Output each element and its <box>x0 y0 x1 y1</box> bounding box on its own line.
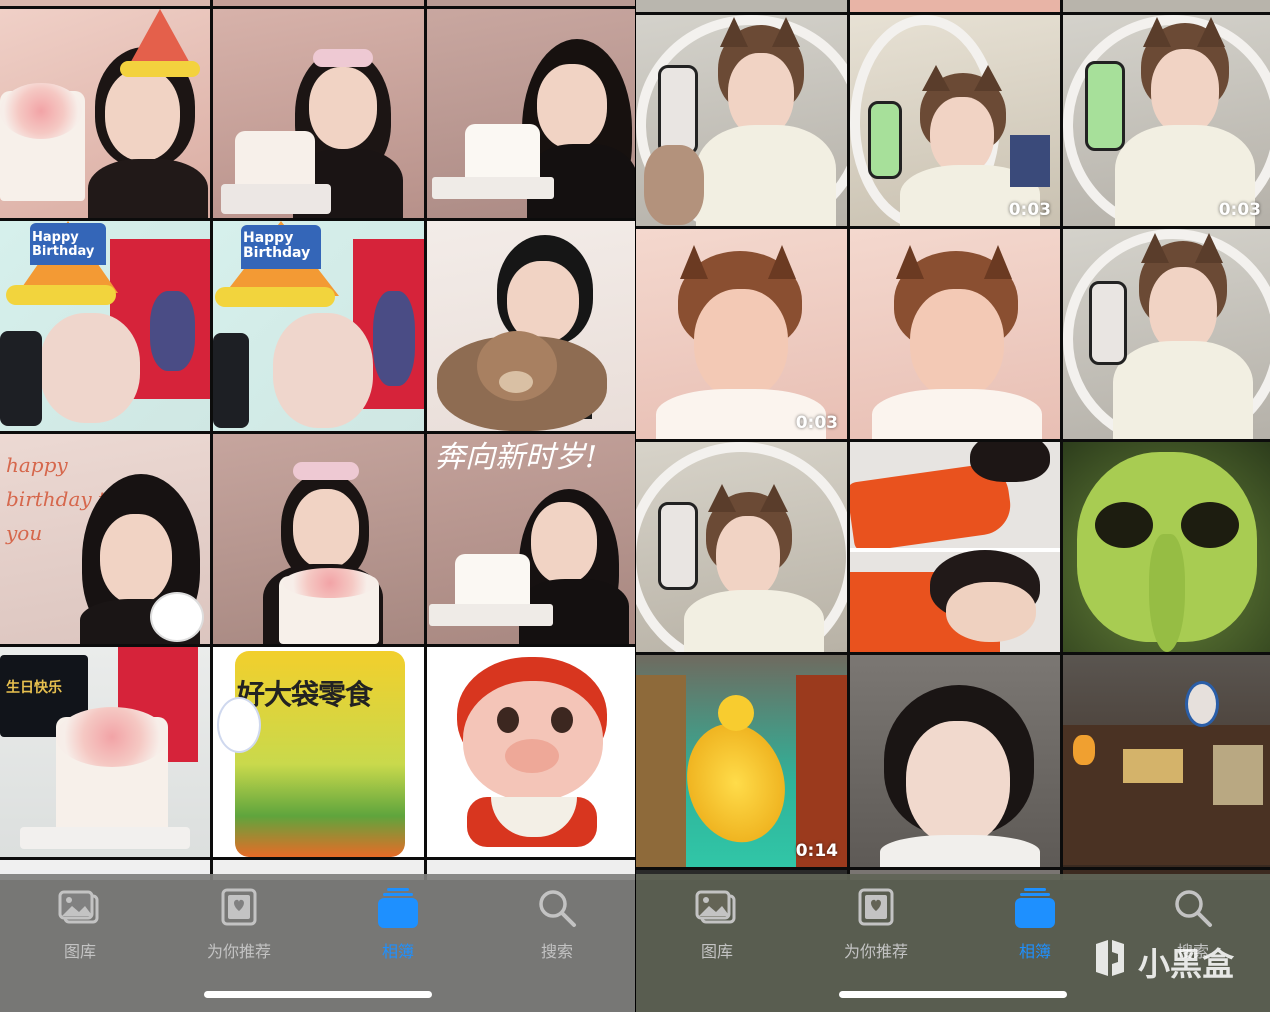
tab-label: 相簿 <box>1018 942 1051 961</box>
video-duration: 0:03 <box>1218 200 1261 220</box>
photo-thumbnail[interactable]: 生日快乐 <box>0 647 210 857</box>
tab-label: 图库 <box>63 942 96 961</box>
photo-thumbnail[interactable] <box>1063 442 1270 652</box>
video-thumbnail[interactable] <box>1063 229 1270 439</box>
photo-library-icon <box>694 886 740 932</box>
photo-thumbnail-partial[interactable] <box>427 0 635 6</box>
video-thumbnail[interactable]: 0:14 <box>636 655 847 867</box>
watermark-text: 小黑盒 <box>1137 945 1234 983</box>
photo-thumbnail[interactable]: happy birthday to you <box>0 434 210 644</box>
thumb-text: 好大袋零食 <box>237 678 373 711</box>
tab-bar: 图库 为你推荐 相簿 搜索 小黑盒 <box>636 874 1270 1012</box>
photo-library-icon <box>57 886 103 932</box>
photo-thumbnail[interactable] <box>427 9 635 218</box>
photo-thumbnail[interactable]: Happy Birthday <box>0 221 210 431</box>
albums-icon <box>1012 886 1058 932</box>
thumb-text: 生日快乐 <box>6 680 62 696</box>
home-indicator[interactable] <box>839 991 1067 998</box>
tab-label: 为你推荐 <box>843 942 908 961</box>
photo-thumbnail[interactable] <box>213 9 424 218</box>
photo-thumbnail[interactable] <box>0 9 210 218</box>
xiaoheihe-logo-icon <box>1090 938 1130 986</box>
photo-thumbnail-partial[interactable] <box>0 0 210 6</box>
video-duration: 0:14 <box>795 841 838 861</box>
for-you-icon <box>853 886 899 932</box>
video-thumbnail[interactable] <box>850 229 1060 439</box>
photo-thumbnail[interactable] <box>427 647 635 857</box>
video-thumbnail[interactable]: 0:03 <box>1063 15 1270 226</box>
photo-thumbnail[interactable]: 奔向新时岁! <box>427 434 635 644</box>
photo-thumbnail[interactable] <box>213 434 424 644</box>
tab-for-you[interactable]: 为你推荐 <box>821 886 931 966</box>
photo-grid-left: Happy Birthday Happy Birthday happy birt… <box>0 0 635 880</box>
thumb-text: 奔向新时岁! <box>435 440 598 475</box>
photo-thumbnail-partial[interactable] <box>636 0 847 12</box>
video-thumbnail[interactable]: 0:03 <box>636 229 847 439</box>
tab-for-you[interactable]: 为你推荐 <box>184 886 294 966</box>
thumb-text: Happy Birthday <box>243 230 311 261</box>
tab-label: 图库 <box>700 942 733 961</box>
tab-albums[interactable]: 相簿 <box>980 886 1090 966</box>
home-indicator[interactable] <box>203 991 432 998</box>
video-thumbnail[interactable] <box>636 15 847 226</box>
photo-thumbnail-partial[interactable] <box>1063 0 1270 12</box>
tab-albums[interactable]: 相簿 <box>343 886 453 966</box>
photo-thumbnail[interactable] <box>1063 655 1270 867</box>
video-thumbnail[interactable]: 0:03 <box>850 15 1060 226</box>
search-icon <box>1170 886 1216 932</box>
tab-label: 相簿 <box>381 942 414 961</box>
albums-icon <box>375 886 421 932</box>
photo-thumbnail[interactable]: Happy Birthday <box>213 221 424 431</box>
photo-thumbnail-partial[interactable] <box>213 0 424 6</box>
watermark: 小黑盒 <box>1090 938 1234 986</box>
search-icon <box>534 886 580 932</box>
tab-library[interactable]: 图库 <box>25 886 135 966</box>
thumb-text: Happy Birthday <box>32 230 95 259</box>
photo-thumbnail-partial[interactable] <box>850 0 1060 12</box>
tab-bar: 图库 为你推荐 相簿 搜索 <box>0 874 635 1012</box>
tab-search[interactable]: 搜索 <box>502 886 612 966</box>
video-duration: 0:03 <box>1008 200 1051 220</box>
photo-thumbnail[interactable] <box>850 442 1060 652</box>
photo-thumbnail[interactable] <box>427 221 635 431</box>
video-duration: 0:03 <box>795 413 838 433</box>
for-you-icon <box>216 886 262 932</box>
video-thumbnail[interactable] <box>636 442 847 652</box>
photo-thumbnail[interactable]: 好大袋零食 <box>213 647 424 857</box>
photos-pane-right: 0:03 0:03 0:03 0:14 图库 为你推荐 相簿 搜索 小黑盒 <box>636 0 1270 1012</box>
photo-grid-right: 0:03 0:03 0:03 0:14 <box>636 0 1270 880</box>
tab-library[interactable]: 图库 <box>662 886 772 966</box>
tab-label: 搜索 <box>540 942 573 961</box>
photos-pane-left: Happy Birthday Happy Birthday happy birt… <box>0 0 635 1012</box>
tab-label: 为你推荐 <box>206 942 271 961</box>
photo-thumbnail[interactable] <box>850 655 1060 867</box>
